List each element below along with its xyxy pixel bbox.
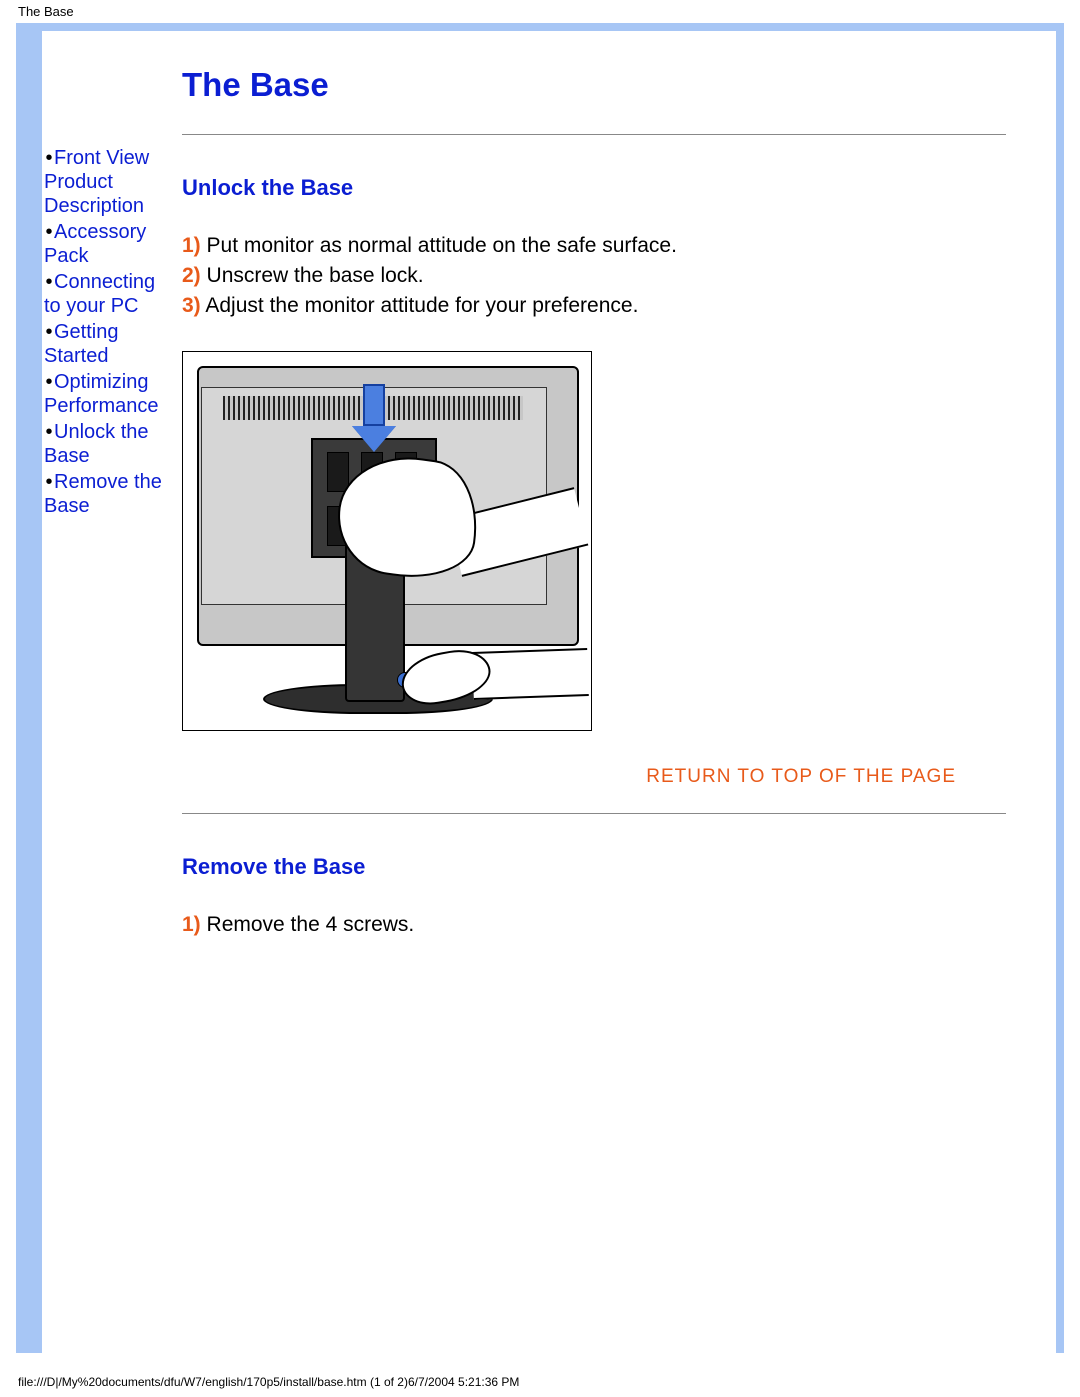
- step-text: Unscrew the base lock.: [201, 264, 424, 287]
- sidebar-item-accessory-pack[interactable]: •Accessory Pack: [44, 220, 162, 268]
- footer-path: file:///D|/My%20documents/dfu/W7/english…: [0, 1367, 1080, 1397]
- step: 2) Unscrew the base lock.: [182, 261, 1006, 291]
- divider: [182, 813, 1006, 814]
- step-number: 1): [182, 234, 201, 257]
- step: 1) Remove the 4 screws.: [182, 910, 1006, 940]
- sidebar-item-optimizing[interactable]: •Optimizing Performance: [44, 370, 162, 418]
- remove-steps: 1) Remove the 4 screws.: [182, 910, 1006, 940]
- sidebar-item-getting-started[interactable]: •Getting Started: [44, 320, 162, 368]
- step-text: Put monitor as normal attitude on the sa…: [201, 234, 677, 257]
- sidebar-item-unlock-base[interactable]: •Unlock the Base: [44, 420, 162, 468]
- step: 3) Adjust the monitor attitude for your …: [182, 291, 1006, 321]
- arrow-down-icon: [359, 384, 389, 452]
- unlock-steps: 1) Put monitor as normal attitude on the…: [182, 231, 1006, 321]
- section-remove-title: Remove the Base: [182, 854, 1006, 880]
- step-number: 2): [182, 264, 201, 287]
- step-text: Adjust the monitor attitude for your pre…: [201, 294, 639, 317]
- divider: [182, 134, 1006, 135]
- step-text: Remove the 4 screws.: [201, 913, 415, 936]
- sidebar: •Front View Product Description •Accesso…: [42, 31, 162, 1353]
- sidebar-item-connecting[interactable]: •Connecting to your PC: [44, 270, 162, 318]
- main-content: The Base Unlock the Base 1) Put monitor …: [162, 31, 1056, 1353]
- window-title: The Base: [0, 0, 1080, 23]
- return-to-top-link[interactable]: RETURN TO TOP OF THE PAGE: [182, 766, 956, 788]
- section-unlock-title: Unlock the Base: [182, 175, 1006, 201]
- unlock-illustration: [182, 351, 592, 731]
- step: 1) Put monitor as normal attitude on the…: [182, 231, 1006, 261]
- page-title: The Base: [182, 66, 1006, 104]
- step-number: 3): [182, 294, 201, 317]
- sidebar-item-front-view[interactable]: •Front View Product Description: [44, 146, 162, 218]
- sidebar-item-remove-base[interactable]: •Remove the Base: [44, 470, 162, 518]
- step-number: 1): [182, 913, 201, 936]
- content-frame: •Front View Product Description •Accesso…: [16, 23, 1064, 1353]
